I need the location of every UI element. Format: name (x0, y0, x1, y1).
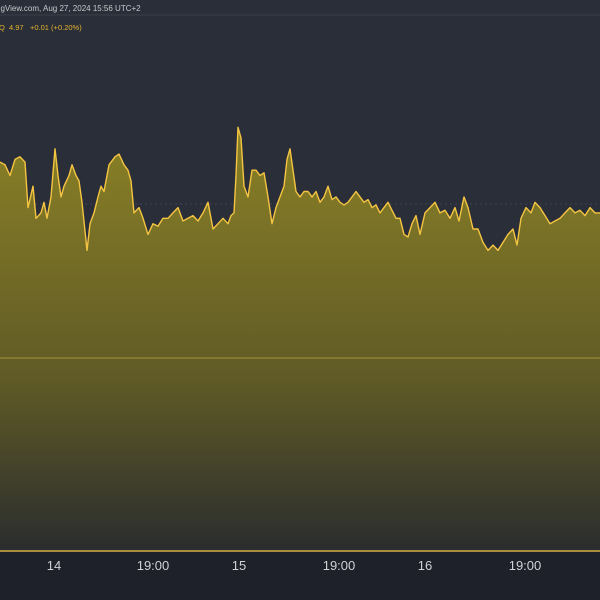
x-tick-label: 19:00 (509, 558, 542, 573)
symbol-suffix: Q (0, 23, 5, 32)
price-area-chart: 14 19:00 15 19:00 16 19:00 ngView.com, Aug 27… (0, 0, 600, 600)
last-price: 4.97 (9, 23, 24, 32)
x-tick-label: 19:00 (137, 558, 170, 573)
chart-container: 14 19:00 15 19:00 16 19:00 ngView.com, Aug 27… (0, 0, 600, 600)
x-tick-label: 14 (47, 558, 61, 573)
x-tick-label: 15 (232, 558, 246, 573)
x-tick-label: 16 (418, 558, 432, 573)
chart-attribution: ngView.com, Aug 27, 2024 15:56 UTC+2 (0, 4, 141, 13)
x-tick-label: 19:00 (323, 558, 356, 573)
price-change: +0.01 (+0.20%) (30, 23, 82, 32)
